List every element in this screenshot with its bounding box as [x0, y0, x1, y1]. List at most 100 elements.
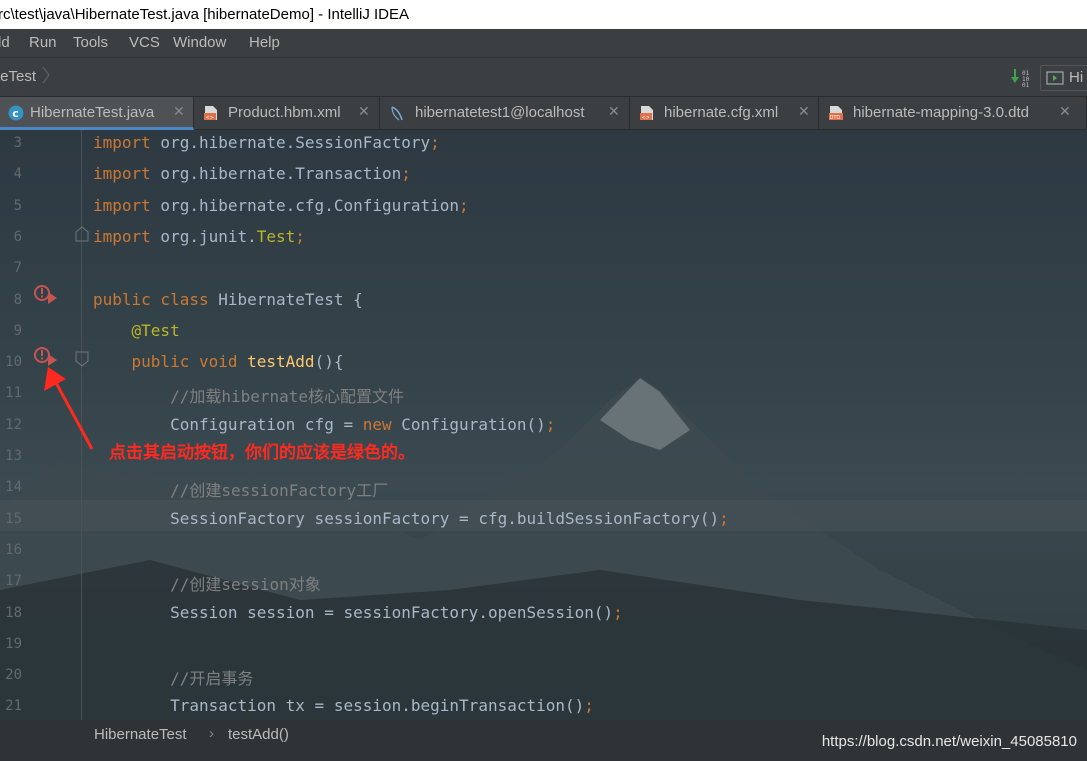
- database-icon: [391, 106, 403, 121]
- code-token: Transaction tx = session.beginTransactio…: [93, 696, 585, 716]
- tab-hibernate-mapping-dtd[interactable]: DTD hibernate-mapping-3.0.dtd ✕: [820, 97, 1087, 130]
- tab-hibernate-cfg-xml[interactable]: <> hibernate.cfg.xml ✕: [631, 97, 819, 130]
- line-number: 13: [5, 448, 22, 464]
- code-line: public class HibernateTest {: [93, 290, 363, 309]
- menu-run[interactable]: Run: [29, 29, 57, 57]
- menu-build[interactable]: ld: [0, 29, 10, 57]
- editor-breadcrumb: HibernateTest › testAdd() https://blog.c…: [0, 720, 1087, 761]
- code-token: ;: [295, 226, 305, 246]
- code-line: import org.junit.Test;: [93, 227, 305, 246]
- line-number: 17: [5, 573, 22, 590]
- chevron-right-icon: [42, 66, 50, 84]
- line-number: 5: [13, 197, 22, 214]
- breadcrumb-separator: ›: [209, 725, 214, 742]
- code-token: HibernateTest {: [208, 289, 363, 309]
- code-token: //加载hibernate核心配置文件: [93, 387, 405, 407]
- code-token: import: [93, 133, 151, 152]
- update-project-icon[interactable]: 01 10 01: [1010, 67, 1032, 87]
- window-title: rc\test\java\HibernateTest.java [hiberna…: [0, 6, 410, 23]
- tab-label: HibernateTest.java: [30, 104, 155, 121]
- code-token: Test: [256, 226, 296, 246]
- breadcrumb-method[interactable]: testAdd(): [228, 726, 289, 743]
- tab-label: Product.hbm.xml: [228, 104, 341, 121]
- tab-database-console[interactable]: hibernatetest1@localhost ✕: [381, 97, 630, 130]
- code-token: //创建session对象: [93, 575, 321, 595]
- code-token: new: [362, 414, 392, 434]
- navigation-bar: teTest 01 10 01 Hi: [0, 57, 1087, 97]
- annotation-note: 点击其启动按钮，你们的应该是绿色的。: [109, 443, 415, 462]
- code-token: import: [93, 195, 151, 215]
- close-icon[interactable]: ✕: [608, 103, 620, 120]
- dtd-file-icon: DTD: [829, 106, 843, 121]
- code-line: SessionFactory sessionFactory = cfg.buil…: [93, 509, 729, 528]
- menu-vcs[interactable]: VCS: [129, 29, 160, 57]
- code-token: org.hibernate.Transaction: [150, 164, 402, 184]
- code-token: ;: [613, 602, 623, 622]
- tab-label: hibernatetest1@localhost: [415, 104, 585, 121]
- breadcrumb-class[interactable]: HibernateTest: [94, 726, 187, 743]
- code-token: ;: [430, 133, 440, 152]
- close-icon[interactable]: ✕: [358, 103, 370, 120]
- close-icon[interactable]: ✕: [1059, 103, 1071, 120]
- code-line: //加载hibernate核心配置文件: [93, 383, 404, 407]
- tab-hibernatetest-java[interactable]: c HibernateTest.java ✕: [0, 97, 194, 130]
- code-token: ;: [401, 164, 411, 184]
- code-token: org.hibernate.cfg.Configuration: [150, 195, 460, 215]
- annotation-arrow: [44, 367, 94, 450]
- xml-file-icon: <>: [204, 106, 217, 121]
- svg-text:01: 01: [1022, 82, 1030, 87]
- svg-text:<>: <>: [642, 115, 650, 121]
- code-token: public class: [93, 289, 209, 309]
- line-number: 3: [13, 135, 22, 151]
- fold-marker-icon[interactable]: [74, 226, 90, 242]
- menu-bar: ld Run Tools VCS Window Help: [0, 29, 1087, 57]
- svg-text:DTD: DTD: [830, 115, 841, 121]
- xml-file-icon: <>: [640, 106, 653, 121]
- line-number: 4: [13, 166, 22, 183]
- code-token: org.junit.: [150, 226, 257, 246]
- code-line: import org.hibernate.cfg.Configuration;: [93, 196, 469, 215]
- code-token: ;: [584, 696, 594, 716]
- nav-crumb[interactable]: teTest: [0, 68, 36, 85]
- line-number: 7: [13, 260, 22, 277]
- code-line: //开启事务: [93, 665, 253, 689]
- line-number: 12: [5, 416, 22, 433]
- code-token: testAdd: [247, 352, 315, 372]
- tab-label: hibernate-mapping-3.0.dtd: [853, 104, 1029, 121]
- code-token: public void: [93, 352, 248, 372]
- code-token: (){: [314, 352, 344, 372]
- line-number: 11: [5, 385, 22, 402]
- line-number: 18: [5, 604, 22, 621]
- line-number: 19: [5, 635, 22, 652]
- code-token: import: [93, 164, 151, 184]
- code-token: ;: [719, 508, 729, 528]
- run-config-selector[interactable]: Hi: [1040, 65, 1087, 91]
- close-icon[interactable]: ✕: [173, 103, 185, 120]
- code-token: Session session = sessionFactory.openSes…: [93, 602, 614, 622]
- line-number: 10: [5, 354, 22, 371]
- code-token: ;: [459, 195, 469, 215]
- tab-product-hbm-xml[interactable]: <> Product.hbm.xml ✕: [195, 97, 380, 130]
- svg-text:c: c: [12, 107, 19, 120]
- code-token: //开启事务: [93, 669, 254, 689]
- editor-tab-bar: c HibernateTest.java ✕ <> Product.hbm.xm…: [0, 97, 1087, 130]
- line-number: 21: [5, 698, 22, 715]
- code-token: Configuration cfg =: [93, 414, 363, 434]
- line-number: 15: [5, 510, 22, 527]
- run-test-class-icon[interactable]: [33, 284, 61, 306]
- code-token: org.hibernate.SessionFactory: [150, 133, 431, 152]
- menu-help[interactable]: Help: [249, 29, 280, 57]
- close-icon[interactable]: ✕: [798, 103, 810, 120]
- menu-window[interactable]: Window: [173, 29, 226, 57]
- tab-label: hibernate.cfg.xml: [664, 104, 779, 121]
- code-token: ;: [545, 414, 556, 434]
- code-line: @Test: [93, 321, 180, 340]
- menu-tools[interactable]: Tools: [73, 29, 108, 57]
- run-config-icon: [1046, 71, 1064, 85]
- code-token: SessionFactory sessionFactory = cfg.buil…: [93, 508, 720, 528]
- code-token: import: [93, 226, 151, 246]
- code-line: import org.hibernate.SessionFactory;: [93, 133, 440, 152]
- code-line: //创建sessionFactory工厂: [93, 477, 388, 501]
- code-editor[interactable]: 3 4 5 6 7 8 9 10 11 12 13 14 15 16 17 18 19 20 21 import o…: [0, 130, 1087, 720]
- code-token: @Test: [93, 320, 180, 340]
